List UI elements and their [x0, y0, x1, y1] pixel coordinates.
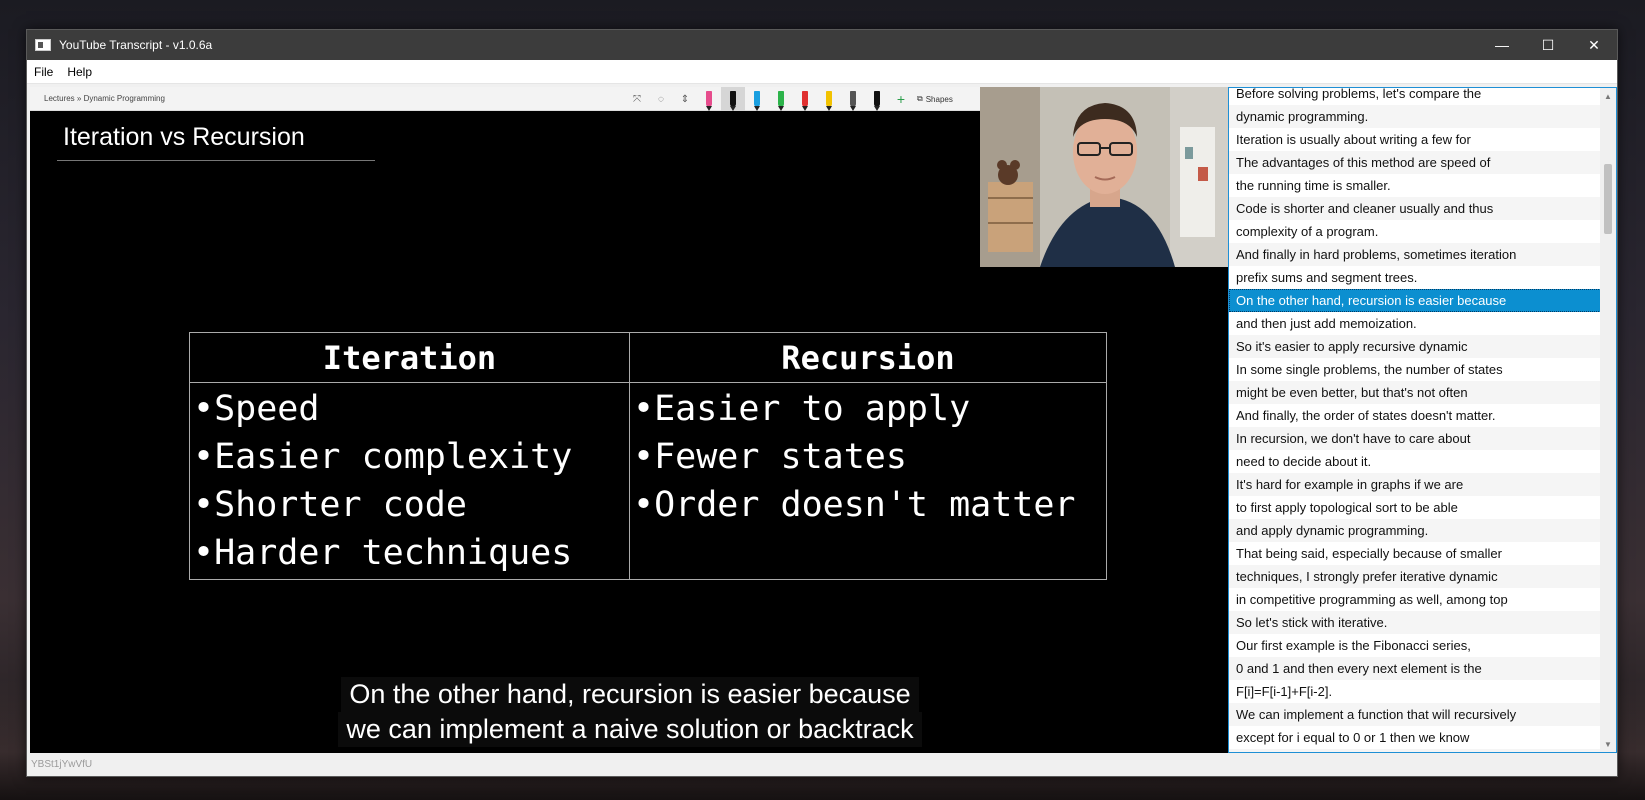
app-window: YouTube Transcript - v1.0.6a — ☐ ✕ File …	[26, 29, 1618, 777]
pen-red-icon	[793, 87, 817, 111]
iteration-item: •Shorter code	[193, 485, 467, 525]
draw-tools: ⤧ ◌ ⇕ + ⧉ Shapes	[625, 87, 957, 111]
menu-bar: File Help	[27, 60, 1617, 84]
recursion-column: Recursion •Easier to apply •Fewer states…	[630, 333, 1106, 579]
pen-yellow-icon	[817, 87, 841, 111]
menu-help[interactable]: Help	[60, 60, 99, 84]
transcript-line[interactable]: and apply dynamic programming.	[1229, 519, 1601, 542]
onenote-toolbar: Lectures » Dynamic Programming ⤧ ◌ ⇕ + ⧉…	[30, 87, 980, 111]
transcript-line[interactable]: complexity of a program.	[1229, 220, 1601, 243]
transcript-line[interactable]: That being said, especially because of s…	[1229, 542, 1601, 565]
slide-title: Iteration vs Recursion	[63, 123, 305, 151]
pen-blue-icon	[745, 87, 769, 111]
recursion-item: •Fewer states	[633, 437, 907, 477]
webcam-overlay	[980, 87, 1230, 267]
iteration-item: •Speed	[193, 389, 320, 429]
transcript-lines: Before solving problems, let's compare t…	[1229, 88, 1601, 752]
transcript-line[interactable]: We can implement a function that will re…	[1229, 703, 1601, 726]
pen-black-icon	[721, 87, 745, 111]
video-subtitles: On the other hand, recursion is easier b…	[30, 677, 1230, 747]
transcript-line[interactable]: In recursion, we don't have to care abou…	[1229, 427, 1601, 450]
menu-file[interactable]: File	[27, 60, 60, 84]
subtitle-line: we can implement a naive solution or bac…	[338, 712, 922, 747]
scroll-up-icon[interactable]: ▲	[1600, 88, 1616, 104]
transcript-line-selected[interactable]: On the other hand, recursion is easier b…	[1229, 289, 1601, 312]
transcript-line[interactable]: And finally, the order of states doesn't…	[1229, 404, 1601, 427]
highlighter-icon	[697, 87, 721, 111]
recursion-item: •Easier to apply	[633, 389, 971, 429]
transcript-line[interactable]: the running time is smaller.	[1229, 174, 1601, 197]
pen-gray-icon	[841, 87, 865, 111]
transcript-line[interactable]: So let's stick with iterative.	[1229, 611, 1601, 634]
eraser-icon: ◌	[658, 93, 664, 105]
transcript-line[interactable]: So it's easier to apply recursive dynami…	[1229, 335, 1601, 358]
subtitle-line: On the other hand, recursion is easier b…	[341, 677, 919, 712]
transcript-line[interactable]: except for i equal to 0 or 1 then we kno…	[1229, 726, 1601, 749]
recursion-header: Recursion	[630, 333, 1106, 383]
transcript-line[interactable]: in competitive programming as well, amon…	[1229, 588, 1601, 611]
transcript-list[interactable]: Before solving problems, let's compare t…	[1228, 87, 1617, 753]
pen-dark-icon	[865, 87, 889, 111]
scroll-thumb[interactable]	[1604, 164, 1612, 234]
transcript-line[interactable]: to first apply topological sort to be ab…	[1229, 496, 1601, 519]
lasso-select-icon: ⤧	[633, 93, 641, 105]
transcript-line[interactable]: prefix sums and segment trees.	[1229, 266, 1601, 289]
shapes-icon: ⧉	[917, 94, 923, 103]
transcript-line[interactable]: And finally in hard problems, sometimes …	[1229, 243, 1601, 266]
transcript-line[interactable]: 0 and 1 and then every next element is t…	[1229, 657, 1601, 680]
video-id: YBSt1jYwVfU	[31, 759, 93, 770]
close-button[interactable]: ✕	[1571, 30, 1617, 60]
shapes-label: Shapes	[925, 94, 953, 104]
transcript-line[interactable]: need to decide about it.	[1229, 450, 1601, 473]
iteration-header: Iteration	[190, 333, 629, 383]
transcript-line[interactable]: The advantages of this method are speed …	[1229, 151, 1601, 174]
recursion-item: •Order doesn't matter	[633, 485, 1076, 525]
transcript-scrollbar[interactable]: ▲ ▼	[1600, 88, 1616, 752]
title-bar[interactable]: YouTube Transcript - v1.0.6a — ☐ ✕	[27, 30, 1617, 60]
iteration-column: Iteration •Speed •Easier complexity •Sho…	[190, 333, 630, 579]
transcript-line[interactable]: It's hard for example in graphs if we ar…	[1229, 473, 1601, 496]
add-pen-icon: +	[896, 91, 906, 107]
transcript-line[interactable]: and then just add memoization.	[1229, 312, 1601, 335]
status-bar: YBSt1jYwVfU	[27, 753, 1617, 776]
iteration-item: •Harder techniques	[193, 533, 573, 573]
transcript-line[interactable]: techniques, I strongly prefer iterative …	[1229, 565, 1601, 588]
transcript-line[interactable]: In some single problems, the number of s…	[1229, 358, 1601, 381]
pen-green-icon	[769, 87, 793, 111]
iteration-item: •Easier complexity	[193, 437, 573, 477]
onenote-breadcrumb: Lectures » Dynamic Programming	[44, 94, 165, 103]
insert-space-icon: ⇕	[680, 93, 690, 105]
transcript-line[interactable]: Before solving problems, let's compare t…	[1229, 88, 1601, 105]
app-icon	[35, 39, 51, 51]
slide-title-underline	[57, 160, 375, 161]
minimize-button[interactable]: —	[1479, 30, 1525, 60]
transcript-line[interactable]: might be even better, but that's not oft…	[1229, 381, 1601, 404]
transcript-line[interactable]: Iteration is usually about writing a few…	[1229, 128, 1601, 151]
transcript-line[interactable]: Our first example is the Fibonacci serie…	[1229, 634, 1601, 657]
transcript-line[interactable]: dynamic programming.	[1229, 105, 1601, 128]
window-title: YouTube Transcript - v1.0.6a	[59, 38, 213, 52]
transcript-line[interactable]: Code is shorter and cleaner usually and …	[1229, 197, 1601, 220]
video-player[interactable]: Lectures » Dynamic Programming ⤧ ◌ ⇕ + ⧉…	[30, 87, 1230, 753]
transcript-line[interactable]: F[i]=F[i-1]+F[i-2].	[1229, 680, 1601, 703]
maximize-button[interactable]: ☐	[1525, 30, 1571, 60]
shapes-tool: ⧉ Shapes	[913, 87, 957, 111]
scroll-down-icon[interactable]: ▼	[1600, 736, 1616, 752]
window-controls: — ☐ ✕	[1479, 30, 1617, 60]
comparison-table: Iteration •Speed •Easier complexity •Sho…	[189, 332, 1107, 580]
